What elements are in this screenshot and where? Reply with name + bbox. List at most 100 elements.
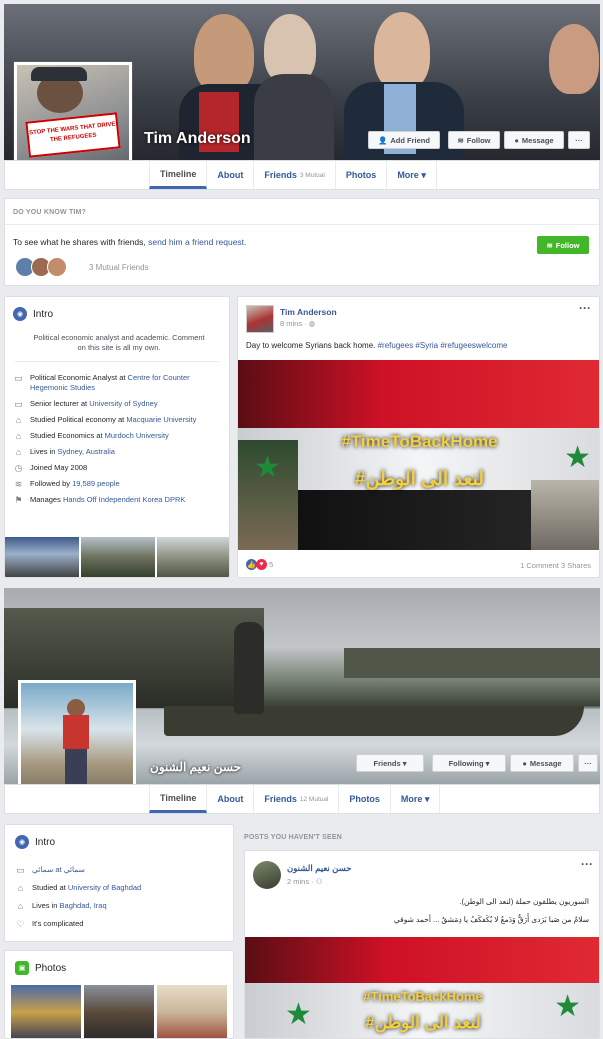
intro-item: ◷ Joined May 2008	[13, 463, 223, 473]
intro-item: ▭ Senior lecturer at University of Sydney	[13, 399, 223, 409]
photos-title[interactable]: Photos	[35, 963, 66, 974]
tab-more[interactable]: More ▾	[391, 785, 441, 813]
intro-item: ⌂ Studied Economics at Murdoch University	[13, 431, 223, 441]
photos-card: ▣ Photos	[4, 950, 234, 1039]
love-icon: ♥	[256, 559, 267, 570]
rss-icon: ≋	[546, 240, 553, 250]
intro-item: ≋ Followed by 19,589 people	[13, 479, 223, 489]
intro-item-text: Senior lecturer at	[30, 399, 90, 408]
photos-icon: ▣	[15, 961, 29, 975]
friend-request-card: DO YOU KNOW TIM? To see what he shares w…	[4, 198, 600, 286]
mutual-avatars[interactable]	[15, 257, 67, 277]
intro-item-link[interactable]: Hands Off Independent Korea DPRK	[63, 495, 185, 504]
friends-button[interactable]: Friends ▾	[356, 754, 424, 772]
follow-button[interactable]: ≋ Follow	[448, 131, 500, 149]
post-author[interactable]: Tim Anderson	[280, 307, 337, 317]
post-time[interactable]: 2 mins · ⚇	[287, 877, 323, 886]
tab-friends[interactable]: Friends 12 Mutual	[254, 785, 340, 813]
globe-icon: ◍	[308, 319, 316, 328]
post-image[interactable]: ★ ★ #TimeToBackHome #لنعد الى الوطن	[245, 937, 599, 1038]
image-arabic-hashtag: #لنعد الى الوطن	[365, 1013, 481, 1032]
intro-item-text: Followed by	[30, 479, 73, 488]
home-icon: ⌂	[17, 901, 24, 911]
intro-item: ▭ سمائي at سمائي	[15, 865, 225, 875]
profile-name: Tim Anderson	[144, 130, 251, 147]
tab-photos[interactable]: Photos	[336, 161, 388, 189]
rss-icon: ≋	[457, 135, 464, 145]
more-options-button[interactable]: ···	[578, 754, 598, 772]
intro-item-text: Lives in	[32, 901, 60, 910]
intro-item-link[interactable]: Macquarie University	[126, 415, 196, 424]
globe-icon: ◉	[15, 835, 29, 849]
intro-item: ⌂ Lives in Baghdad, Iraq	[15, 901, 225, 911]
cover-face	[549, 24, 599, 94]
author-avatar[interactable]	[253, 861, 281, 889]
photo-thumbnail[interactable]	[157, 537, 229, 577]
posts-unseen-header: POSTS YOU HAVEN'T SEEN	[244, 834, 342, 841]
intro-card: ◉ Intro Political economic analyst and a…	[4, 296, 230, 578]
tab-more[interactable]: More ▾	[387, 161, 437, 189]
profile-tabs: Timeline About Friends 3 Mutual Photos Mo…	[4, 160, 600, 190]
post-stats[interactable]: 1 Comment 3 Shares	[520, 561, 591, 570]
tab-timeline[interactable]: Timeline	[149, 161, 208, 189]
post-menu-button[interactable]: ···	[579, 301, 591, 315]
globe-icon: ◉	[13, 307, 27, 321]
intro-photos-strip	[5, 537, 229, 577]
tab-about[interactable]: About	[207, 161, 255, 189]
graduation-cap-icon: ⌂	[15, 431, 22, 441]
post-menu-button[interactable]: ···	[581, 857, 593, 871]
reaction-count: 5	[269, 560, 274, 569]
author-avatar[interactable]	[246, 305, 274, 333]
profile-picture[interactable]: STOP THE WARS THAT DRIVE THE REFUGEES	[14, 62, 132, 176]
photo-thumbnail[interactable]	[81, 537, 155, 577]
post-time[interactable]: 8 mins · ◍	[280, 319, 315, 328]
intro-item-link[interactable]: Baghdad, Iraq	[60, 901, 107, 910]
photo-thumbnail[interactable]	[157, 985, 227, 1038]
avatar	[47, 257, 67, 277]
post-image[interactable]: ★ ★ #TimeToBackHome #لنعد الى الوطن	[238, 360, 599, 550]
friend-request-text: To see what he shares with friends, send…	[13, 237, 247, 247]
message-button[interactable]: ● Message	[510, 754, 574, 772]
reactions[interactable]: 👍 ♥ 5	[246, 559, 273, 570]
following-button[interactable]: Following ▾	[432, 754, 506, 772]
briefcase-icon: ▭	[14, 399, 23, 409]
post-author[interactable]: حسن نعيم الشنون	[287, 863, 351, 874]
intro-item-link[interactable]: University of Baghdad	[68, 883, 141, 892]
mutual-friends-count[interactable]: 3 Mutual Friends	[89, 263, 149, 272]
photo-thumbnail[interactable]	[5, 537, 79, 577]
tab-friends[interactable]: Friends 3 Mutual	[254, 161, 336, 189]
more-options-button[interactable]: ···	[568, 131, 590, 149]
cover-face	[374, 12, 430, 90]
tab-timeline[interactable]: Timeline	[149, 785, 208, 813]
hashtags[interactable]: #refugees #Syria #refugeeswelcome	[378, 341, 508, 350]
intro-item-link[interactable]: Sydney, Australia	[58, 447, 115, 456]
intro-item: ♡ It's complicated	[15, 919, 225, 929]
photo-thumbnail[interactable]	[84, 985, 154, 1038]
intro-title: Intro	[35, 836, 56, 848]
intro-title: Intro	[33, 308, 54, 320]
photo-thumbnail[interactable]	[11, 985, 81, 1038]
tab-about[interactable]: About	[207, 785, 255, 813]
friends-icon: ⚇	[315, 877, 323, 886]
intro-item-link[interactable]: Murdoch University	[105, 431, 169, 440]
home-icon: ⌂	[15, 447, 22, 457]
send-request-link[interactable]: send him a friend request.	[148, 237, 246, 247]
post-card: Tim Anderson 8 mins · ◍ ··· Day to welco…	[237, 296, 600, 578]
tab-photos[interactable]: Photos	[339, 785, 391, 813]
intro-item-link[interactable]: سمائي at سمائي	[32, 865, 85, 874]
intro-item-text: Joined May 2008	[30, 463, 88, 472]
intro-item-text: Political Economic Analyst at	[30, 373, 128, 382]
intro-bio: Political economic analyst and academic.…	[33, 333, 205, 352]
add-friend-button[interactable]: 👤 Add Friend	[368, 131, 440, 149]
message-button[interactable]: ● Message	[504, 131, 564, 149]
intro-item: ⚑ Manages Hands Off Independent Korea DPR…	[13, 495, 223, 505]
intro-item-link[interactable]: University of Sydney	[89, 399, 157, 408]
intro-item-link[interactable]: 19,589 people	[72, 479, 120, 488]
follow-green-button[interactable]: ≋ Follow	[537, 236, 589, 254]
intro-item-text: Lives in	[30, 447, 58, 456]
post-card: حسن نعيم الشنون 2 mins · ⚇ ··· السوريون …	[244, 850, 600, 1039]
intro-item-text: Manages	[30, 495, 63, 504]
add-friend-icon: 👤	[378, 135, 388, 145]
messenger-icon: ●	[522, 758, 527, 768]
messenger-icon: ●	[514, 135, 519, 145]
